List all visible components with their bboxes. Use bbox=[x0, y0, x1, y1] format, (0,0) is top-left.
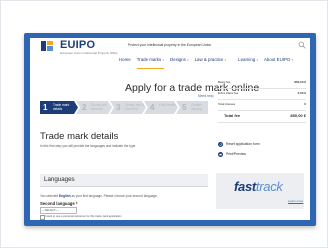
fasttrack-logo-light: track bbox=[255, 179, 283, 194]
fee-row-total-classes: Total classes 0 bbox=[218, 101, 306, 111]
print-icon bbox=[218, 152, 223, 157]
nav-item-law-practice[interactable]: Law & practice ▾ bbox=[192, 57, 230, 67]
info-prefix: You selected bbox=[40, 194, 59, 198]
second-language-label: Second language * bbox=[40, 201, 78, 206]
fee-value: 0,00 € bbox=[297, 91, 306, 95]
nav-item-about[interactable]: About EUIPO ▾ bbox=[261, 57, 296, 67]
step-number: 1 bbox=[43, 103, 48, 112]
step-label: Trade mark details bbox=[53, 103, 70, 111]
languages-title: Languages bbox=[44, 176, 75, 183]
step-label: Owner, rep & Overview bbox=[125, 103, 144, 111]
total-fee-value: 850,00 € bbox=[290, 113, 306, 118]
step-3[interactable]: 3 Owner, rep & Overview bbox=[110, 101, 144, 114]
nav-label: Trade marks bbox=[136, 57, 162, 62]
nav-item-trade-marks[interactable]: Trade marks ▾ bbox=[134, 57, 167, 69]
euipo-logo-icon[interactable] bbox=[40, 40, 54, 52]
nav-item-designs[interactable]: Designs ▾ bbox=[167, 57, 192, 67]
fee-summary-panel: Basic fee 850,00 € Extra Class fee 0,00 … bbox=[216, 79, 310, 137]
nav-item-learning[interactable]: Learning ▾ bbox=[235, 57, 261, 67]
total-fee-label: Total fee bbox=[224, 113, 241, 118]
step-label: Confirm and pay bbox=[191, 103, 203, 111]
search-icon[interactable] bbox=[298, 41, 306, 49]
languages-info: You selected English as your first langu… bbox=[40, 194, 158, 198]
print-preview-button[interactable]: Print/Preview bbox=[218, 151, 302, 159]
step-5[interactable]: 5 Confirm and pay bbox=[176, 101, 208, 114]
fee-value: 0 bbox=[304, 102, 306, 106]
fee-label: Total classes bbox=[218, 102, 236, 106]
logo-text[interactable]: EUIPO bbox=[60, 39, 95, 51]
fee-label: Extra Class fee bbox=[218, 91, 239, 95]
personal-reference-label: I want to use a personal reference for t… bbox=[45, 215, 122, 218]
second-language-select[interactable]: —SELECT— bbox=[40, 207, 77, 214]
fee-row-extra-class: Extra Class fee 0,00 € bbox=[218, 90, 306, 100]
action-label: Reset application form bbox=[226, 142, 260, 146]
step-number: 5 bbox=[182, 103, 187, 112]
reset-icon bbox=[218, 142, 223, 147]
nav-label: Learning bbox=[238, 57, 256, 62]
section-description: In this first step you will provide the … bbox=[40, 144, 137, 148]
need-help-link[interactable]: Need help bbox=[198, 94, 213, 98]
reset-form-button[interactable]: Reset application form bbox=[218, 141, 302, 149]
action-label: Print/Preview bbox=[226, 152, 246, 156]
fasttrack-logo-bold: fast bbox=[234, 179, 256, 194]
step-number: 2 bbox=[82, 103, 87, 112]
euipo-page: EUIPO European Union Intellectual Proper… bbox=[30, 38, 310, 220]
chevron-down-icon: ▾ bbox=[291, 58, 294, 62]
fasttrack-learn-more-link[interactable]: Learn more bbox=[288, 199, 303, 203]
header-tagline: Protect your intellectual property in th… bbox=[128, 43, 212, 47]
nav-item-home[interactable]: Home bbox=[116, 57, 134, 67]
chevron-down-icon: ▾ bbox=[224, 58, 227, 62]
step-number: 4 bbox=[150, 103, 155, 112]
nav-label: Designs bbox=[169, 57, 186, 62]
fee-row-basic: Basic fee 850,00 € bbox=[218, 79, 306, 89]
step-2[interactable]: 2 Goods and services bbox=[76, 101, 110, 114]
step-label: Goods and services bbox=[91, 103, 107, 111]
section-title: Trade mark details bbox=[40, 131, 119, 142]
chevron-down-icon: ▾ bbox=[162, 58, 164, 62]
step-label: Fast details bbox=[159, 103, 176, 107]
photo-frame: EUIPO European Union Intellectual Proper… bbox=[0, 0, 328, 248]
step-number: 3 bbox=[116, 103, 121, 112]
fee-row-total: Total fee 850,00 € bbox=[218, 112, 306, 123]
step-1[interactable]: 1 Trade mark details bbox=[40, 101, 74, 114]
info-suffix: as your first language. Please choose yo… bbox=[71, 194, 158, 198]
main-navigation: Home Trade marks ▾ Designs ▾ Law & pract… bbox=[116, 57, 296, 69]
nav-label: Home bbox=[119, 57, 131, 62]
step-progress-bar: 1 Trade mark details 2 Goods and service… bbox=[40, 101, 208, 114]
step-4[interactable]: 4 Fast details bbox=[144, 101, 176, 114]
nav-label: About EUIPO bbox=[263, 57, 291, 62]
nav-label: Law & practice bbox=[194, 57, 224, 62]
fee-label: Basic fee bbox=[218, 80, 231, 84]
fee-value: 850,00 € bbox=[294, 80, 306, 84]
fasttrack-logo: fasttrack bbox=[234, 179, 283, 194]
first-language: English bbox=[59, 194, 71, 198]
logo-subtitle: European Union Intellectual Property Off… bbox=[60, 51, 118, 55]
chevron-down-icon: ▾ bbox=[256, 58, 258, 62]
chevron-down-icon: ▾ bbox=[187, 58, 189, 62]
